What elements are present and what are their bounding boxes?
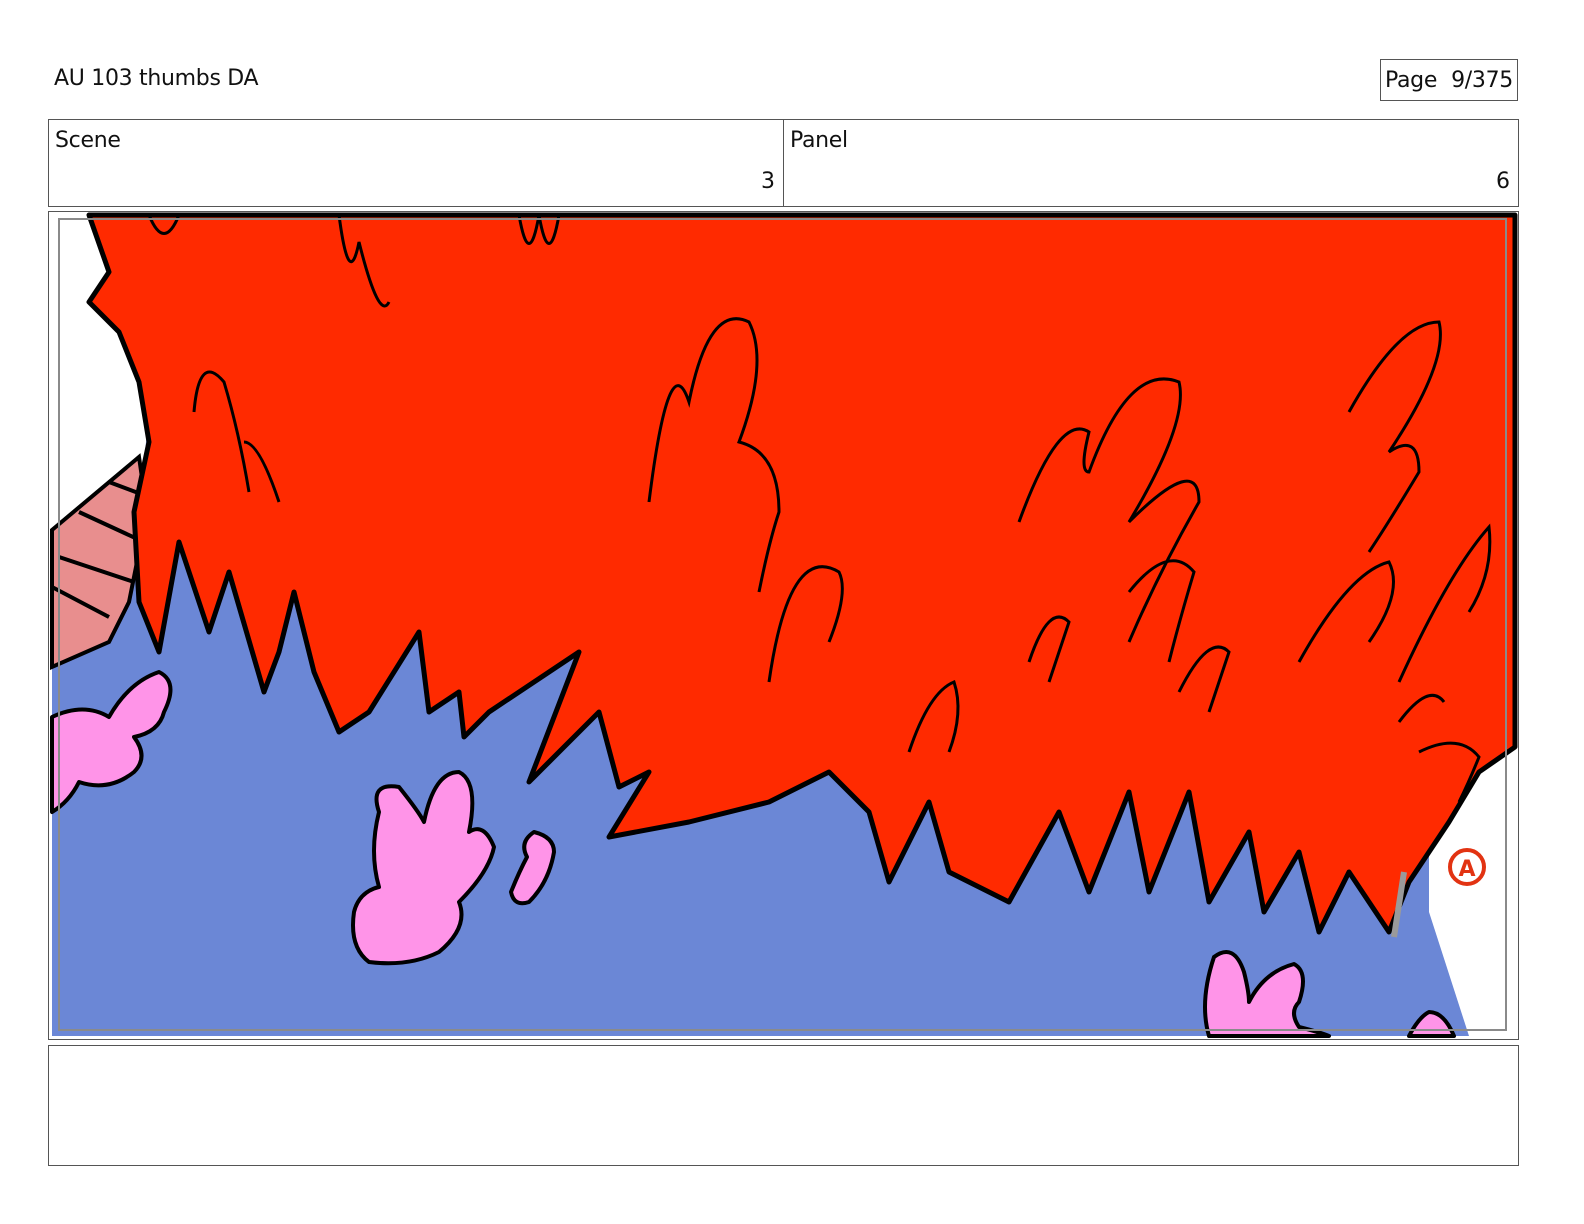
notes-box[interactable] <box>48 1045 1519 1166</box>
page-number: 9/375 <box>1451 67 1513 93</box>
scene-label: Scene <box>55 128 121 153</box>
page-indicator: Page 9/375 <box>1380 59 1518 101</box>
page-label: Page <box>1385 67 1438 93</box>
scene-panel-info: Scene 3 Panel 6 <box>48 119 1519 207</box>
storyboard-drawing: A <box>50 212 1518 1038</box>
panel-cell: Panel 6 <box>783 120 1518 206</box>
scene-number: 3 <box>761 169 775 194</box>
panel-number: 6 <box>1496 169 1510 194</box>
svg-text:A: A <box>1458 857 1475 882</box>
document-title: AU 103 thumbs DA <box>54 66 259 91</box>
scene-cell: Scene 3 <box>49 120 783 206</box>
storyboard-frame: A <box>48 211 1519 1040</box>
panel-label: Panel <box>790 128 848 153</box>
